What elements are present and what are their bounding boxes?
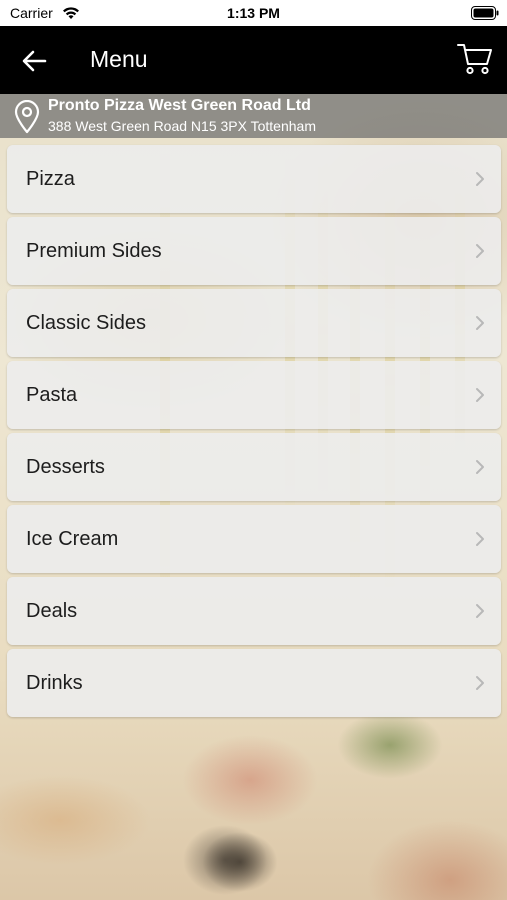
cart-button[interactable] — [457, 42, 493, 76]
status-bar: Carrier 1:13 PM — [0, 0, 507, 26]
restaurant-location: Pronto Pizza West Green Road Ltd 388 Wes… — [0, 94, 507, 138]
menu-item-drinks[interactable]: Drinks — [7, 649, 501, 717]
nav-bar: Menu — [0, 26, 507, 94]
menu-item-premium-sides[interactable]: Premium Sides — [7, 217, 501, 285]
battery-icon — [471, 6, 499, 20]
menu-item-pizza[interactable]: Pizza — [7, 145, 501, 213]
chevron-right-icon — [476, 316, 484, 330]
menu-item-label: Ice Cream — [26, 528, 119, 550]
chevron-right-icon — [476, 460, 484, 474]
restaurant-address: 388 West Green Road N15 3PX Tottenham — [48, 118, 316, 134]
menu-item-label: Classic Sides — [26, 312, 147, 334]
menu-item-label: Deals — [26, 600, 78, 622]
chevron-right-icon — [476, 244, 484, 258]
menu-item-classic-sides[interactable]: Classic Sides — [7, 289, 501, 357]
chevron-right-icon — [476, 172, 484, 186]
arrow-left-icon — [22, 50, 47, 72]
menu-item-label: Desserts — [26, 456, 105, 478]
menu-category-list: Pizza Premium Sides Classic Sides Pasta … — [7, 145, 501, 721]
chevron-right-icon — [476, 388, 484, 402]
back-button[interactable] — [18, 46, 50, 76]
map-pin-icon — [14, 100, 40, 134]
page-title: Menu — [90, 46, 148, 72]
menu-item-desserts[interactable]: Desserts — [7, 433, 501, 501]
chevron-right-icon — [476, 676, 484, 690]
restaurant-name: Pronto Pizza West Green Road Ltd — [48, 97, 311, 114]
cart-icon — [457, 44, 492, 75]
menu-item-label: Drinks — [26, 672, 83, 694]
menu-item-deals[interactable]: Deals — [7, 577, 501, 645]
status-time: 1:13 PM — [227, 5, 280, 21]
menu-item-label: Pasta — [26, 384, 78, 406]
menu-item-label: Pizza — [26, 168, 75, 190]
menu-item-ice-cream[interactable]: Ice Cream — [7, 505, 501, 573]
chevron-right-icon — [476, 532, 484, 546]
menu-item-pasta[interactable]: Pasta — [7, 361, 501, 429]
chevron-right-icon — [476, 604, 484, 618]
menu-item-label: Premium Sides — [26, 240, 162, 262]
